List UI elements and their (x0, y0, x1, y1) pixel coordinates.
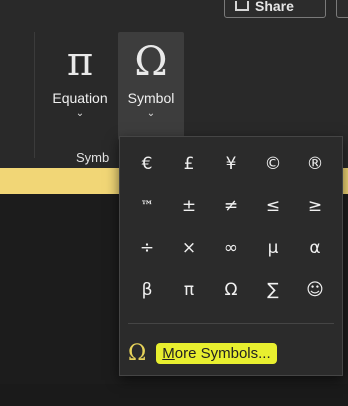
symbol-cell-not-equal[interactable]: ≠ (210, 185, 252, 227)
symbol-cell-smiley[interactable]: ☺ (294, 269, 336, 311)
equation-button[interactable]: π Equation ⌄ (48, 32, 112, 140)
chevron-down-icon: ⌄ (75, 108, 85, 119)
more-symbols-button[interactable]: Ω More Symbols... (128, 337, 277, 369)
symbol-cell-registered[interactable]: ® (294, 143, 336, 185)
symbol-cell-euro[interactable]: € (126, 143, 168, 185)
more-symbols-label: More Symbols... (156, 342, 277, 364)
toolbar-more-button[interactable] (336, 0, 348, 18)
symbol-cell-less-equal[interactable]: ≤ (252, 185, 294, 227)
symbol-cell-multiply[interactable]: × (168, 227, 210, 269)
more-symbols-text: ore Symbols... (174, 344, 271, 362)
symbol-dropdown: € £ ¥ © ® ™ ± ≠ ≤ ≥ ÷ × ∞ µ α β π Ω ∑ ☺ … (119, 136, 343, 376)
omega-icon: Ω (128, 340, 147, 366)
symbol-cell-trademark[interactable]: ™ (126, 185, 168, 227)
symbol-cell-yen[interactable]: ¥ (210, 143, 252, 185)
symbol-label: Symbol (127, 90, 175, 106)
symbol-grid: € £ ¥ © ® ™ ± ≠ ≤ ≥ ÷ × ∞ µ α β π Ω ∑ ☺ (126, 143, 336, 311)
symbol-cell-alpha[interactable]: α (294, 227, 336, 269)
equation-label: Equation (52, 90, 108, 106)
share-icon (235, 1, 249, 11)
group-separator (34, 32, 35, 158)
chevron-down-icon: ⌄ (146, 108, 156, 119)
symbol-cell-infinity[interactable]: ∞ (210, 227, 252, 269)
symbol-cell-copyright[interactable]: © (252, 143, 294, 185)
symbol-cell-beta[interactable]: β (126, 269, 168, 311)
menu-divider (128, 323, 334, 324)
pi-icon: π (66, 39, 94, 85)
document-edge (0, 384, 348, 406)
symbol-cell-plus-minus[interactable]: ± (168, 185, 210, 227)
share-label: Share (255, 0, 294, 14)
symbol-cell-greater-equal[interactable]: ≥ (294, 185, 336, 227)
symbol-cell-omega[interactable]: Ω (210, 269, 252, 311)
ribbon-group-label: Symb (76, 150, 110, 165)
share-button[interactable]: Share (224, 0, 326, 18)
symbol-cell-pi[interactable]: π (168, 269, 210, 311)
symbol-button[interactable]: Ω Symbol ⌄ (118, 32, 184, 140)
symbol-cell-summation[interactable]: ∑ (252, 269, 294, 311)
word-window: Share π Equation ⌄ Ω Symbol ⌄ Symb € £ ¥… (0, 0, 348, 406)
symbol-cell-divide[interactable]: ÷ (126, 227, 168, 269)
symbol-cell-micro[interactable]: µ (252, 227, 294, 269)
omega-icon: Ω (134, 39, 168, 85)
more-symbols-mnemonic: M (162, 344, 175, 362)
symbol-cell-pound[interactable]: £ (168, 143, 210, 185)
